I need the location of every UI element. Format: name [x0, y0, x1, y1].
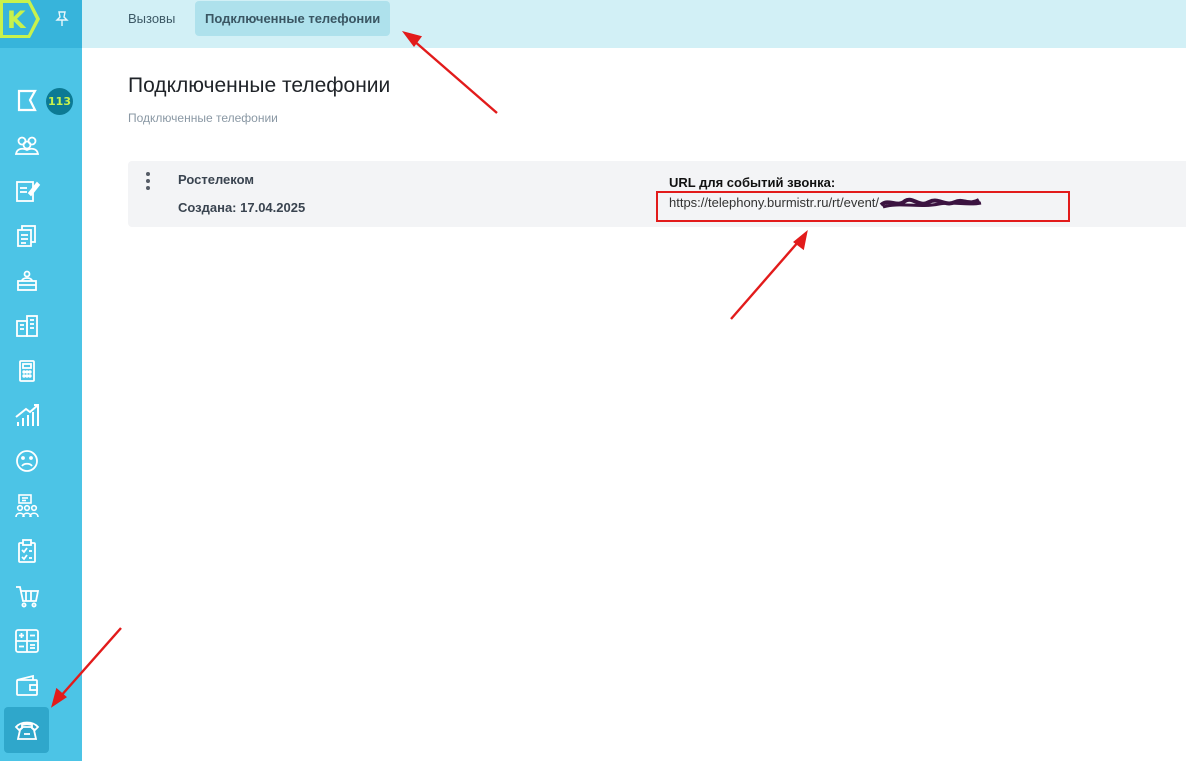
sidebar-item-wallet[interactable] — [12, 671, 42, 701]
building-icon — [16, 315, 38, 337]
documents-icon — [17, 225, 36, 247]
people-icon — [14, 136, 40, 155]
sidebar-item-tasks[interactable] — [12, 536, 42, 566]
sidebar-item-shop[interactable] — [12, 581, 42, 611]
growth-chart-icon — [15, 404, 39, 426]
sidebar-item-calculator[interactable] — [12, 356, 42, 386]
sidebar-item-people[interactable] — [12, 131, 42, 161]
sidebar-item-finance[interactable] — [12, 626, 42, 656]
cart-icon — [16, 586, 40, 608]
sidebar: K 113 — [0, 0, 82, 761]
pin-icon[interactable] — [53, 10, 71, 28]
wallet-icon — [16, 674, 38, 696]
sidebar-item-edit[interactable] — [12, 176, 42, 206]
edit-doc-icon — [16, 181, 41, 202]
meeting-icon — [15, 494, 39, 518]
provider-name: Ростелеком — [178, 172, 254, 187]
clipboard-check-icon — [18, 539, 36, 563]
more-options-icon[interactable] — [144, 172, 152, 192]
url-label: URL для событий звонка: — [669, 175, 836, 190]
sidebar-item-meetings[interactable] — [12, 491, 42, 521]
tab-calls[interactable]: Вызовы — [128, 1, 175, 36]
annotation-highlight-box — [656, 191, 1070, 222]
sidebar-item-telephony[interactable] — [12, 715, 42, 745]
logo-letter: K — [7, 6, 27, 34]
page-title: Подключенные телефонии — [128, 74, 391, 97]
telephone-icon — [14, 721, 40, 740]
sidebar-item-building[interactable] — [12, 311, 42, 341]
notification-badge: 113 — [46, 88, 73, 115]
sad-face-icon — [16, 450, 38, 472]
top-bar: Вызовы Подключенные телефонии — [82, 0, 1186, 48]
sidebar-item-flag[interactable] — [12, 86, 42, 116]
sidebar-item-complaints[interactable] — [12, 446, 42, 476]
app-window: K 113 Вызовы Подключенные телефонии Подк… — [0, 0, 1186, 761]
flag-icon — [17, 89, 37, 112]
tab-connected-telephony[interactable]: Подключенные телефонии — [195, 1, 391, 36]
logo-icon[interactable]: K — [0, 0, 42, 38]
sidebar-item-documents[interactable] — [12, 221, 42, 251]
sidebar-item-analytics[interactable] — [12, 401, 42, 431]
sidebar-item-reception[interactable] — [12, 266, 42, 296]
breadcrumb: Подключенные телефонии — [128, 111, 278, 125]
reception-icon — [17, 270, 37, 291]
calculator-icon — [19, 360, 35, 382]
calc-grid-icon — [15, 629, 39, 653]
created-date: Создана: 17.04.2025 — [178, 200, 306, 215]
